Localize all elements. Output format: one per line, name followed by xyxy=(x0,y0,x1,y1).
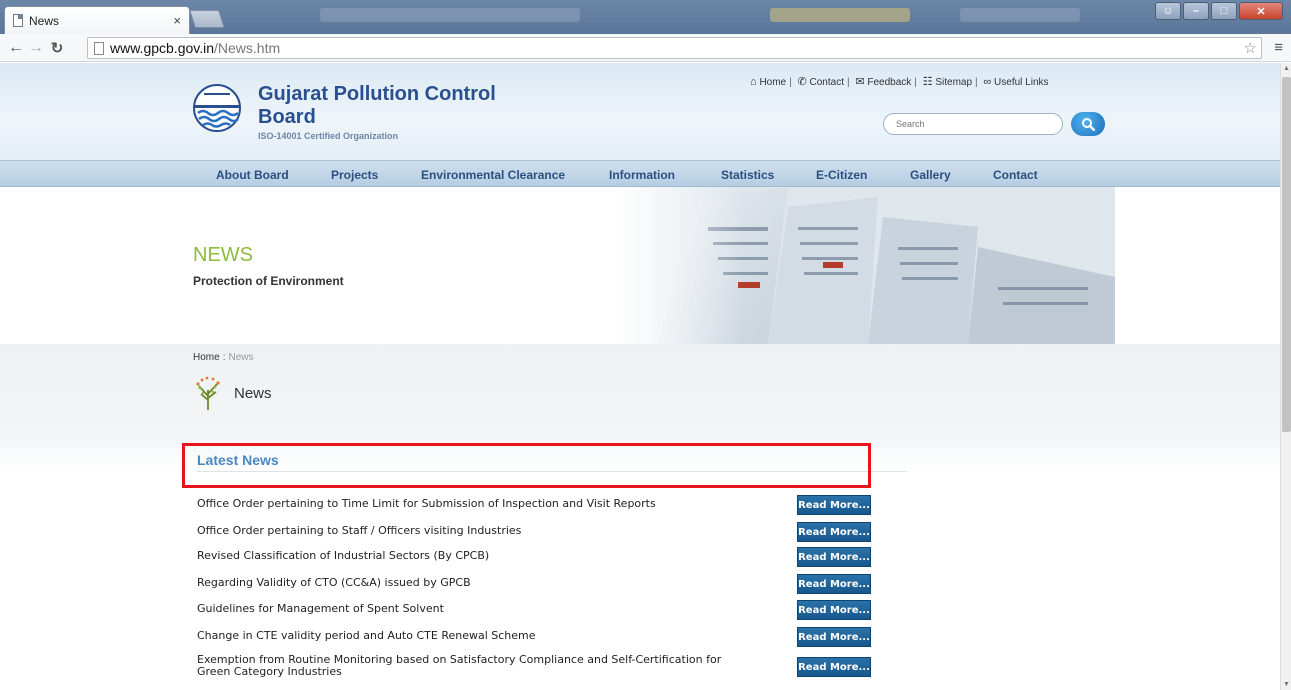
close-window-button[interactable]: ✕ xyxy=(1239,2,1283,20)
news-item-title[interactable]: Office Order pertaining to Time Limit fo… xyxy=(197,498,777,510)
newspaper-banner-image xyxy=(618,187,1115,344)
address-bar[interactable]: www.gpcb.gov.in /News.htm ☆ xyxy=(87,37,1262,59)
search-icon xyxy=(1082,118,1095,131)
section-title: News xyxy=(234,385,272,402)
top-link-useful-links[interactable]: ∞ Useful Links xyxy=(983,76,1048,89)
forward-arrow-icon[interactable]: → xyxy=(26,39,46,57)
top-link-home[interactable]: ⌂ Home xyxy=(750,76,786,89)
site-header: Gujarat Pollution Control Board ISO-1400… xyxy=(0,63,1280,160)
breadcrumb-home[interactable]: Home xyxy=(193,352,220,363)
sitemap-icon: ☷ xyxy=(922,76,933,88)
org-name[interactable]: Gujarat Pollution Control Board xyxy=(258,83,518,129)
content-area: Home: News News Latest News Office Order … xyxy=(0,344,1280,690)
main-nav: About Board Projects Environmental Clear… xyxy=(0,160,1280,187)
minimize-button[interactable]: – xyxy=(1183,2,1209,20)
top-link-contact[interactable]: ✆ Contact xyxy=(797,76,844,89)
banner-title: NEWS xyxy=(193,244,253,266)
read-more-button[interactable]: Read More... xyxy=(797,547,871,567)
browser-tabstrip: News × ☺ – □ ✕ xyxy=(0,0,1291,34)
blurred-window-title xyxy=(960,8,1080,22)
search-input[interactable] xyxy=(883,113,1063,135)
read-more-button[interactable]: Read More... xyxy=(797,627,871,647)
phone-icon: ✆ xyxy=(797,76,807,88)
tree-icon xyxy=(196,376,220,410)
org-subtitle: ISO-14001 Certified Organization xyxy=(258,131,399,141)
banner-subtitle: Protection of Environment xyxy=(193,274,344,288)
news-item-title[interactable]: Exemption from Routine Monitoring based … xyxy=(197,654,757,678)
nav-about-board[interactable]: About Board xyxy=(216,168,289,182)
url-host: www.gpcb.gov.in xyxy=(110,40,215,56)
breadcrumb-current: News xyxy=(228,352,254,363)
page-viewport: Gujarat Pollution Control Board ISO-1400… xyxy=(0,63,1280,690)
nav-gallery[interactable]: Gallery xyxy=(910,168,951,182)
browser-toolbar: ← → ↻ www.gpcb.gov.in /News.htm ☆ ≡ xyxy=(0,34,1291,62)
read-more-button[interactable]: Read More... xyxy=(797,495,871,515)
news-item-title[interactable]: Change in CTE validity period and Auto C… xyxy=(197,630,777,642)
scroll-thumb[interactable] xyxy=(1282,77,1291,432)
nav-environmental-clearance[interactable]: Environmental Clearance xyxy=(421,168,565,182)
news-item-title[interactable]: Guidelines for Management of Spent Solve… xyxy=(197,603,777,615)
news-item-title[interactable]: Office Order pertaining to Staff / Offic… xyxy=(197,525,777,537)
search-button[interactable] xyxy=(1071,112,1105,136)
menu-icon[interactable]: ≡ xyxy=(1274,39,1283,56)
reload-icon[interactable]: ↻ xyxy=(46,39,68,57)
nav-e-citizen[interactable]: E-Citizen xyxy=(816,168,867,182)
news-item-title[interactable]: Regarding Validity of CTO (CC&A) issued … xyxy=(197,577,777,589)
vertical-scrollbar[interactable]: ▲ ▼ xyxy=(1280,63,1291,690)
bookmark-star-icon[interactable]: ☆ xyxy=(1244,39,1257,57)
nav-projects[interactable]: Projects xyxy=(331,168,378,182)
new-tab-button[interactable] xyxy=(189,10,225,28)
news-item-title[interactable]: Revised Classification of Industrial Sec… xyxy=(197,550,777,562)
top-link-sitemap[interactable]: ☷ Sitemap xyxy=(922,76,972,89)
blurred-window-title xyxy=(320,8,580,22)
read-more-button[interactable]: Read More... xyxy=(797,657,871,677)
highlight-box xyxy=(182,443,871,488)
page-banner: NEWS Protection of Environment xyxy=(0,187,1280,344)
url-path: /News.htm xyxy=(214,40,281,56)
link-icon: ∞ xyxy=(983,76,992,88)
breadcrumb: Home: News xyxy=(193,352,254,363)
nav-contact[interactable]: Contact xyxy=(993,168,1038,182)
top-links: ⌂ Home | ✆ Contact | ✉ Feedback | ☷ Sitemap… xyxy=(750,76,1049,89)
back-arrow-icon[interactable]: ← xyxy=(6,39,26,57)
nav-statistics[interactable]: Statistics xyxy=(721,168,774,182)
read-more-button[interactable]: Read More... xyxy=(797,600,871,620)
window-controls: ☺ – □ ✕ xyxy=(1155,2,1283,20)
page-icon xyxy=(13,14,23,27)
gpcb-logo xyxy=(193,84,241,132)
nav-information[interactable]: Information xyxy=(609,168,675,182)
maximize-button[interactable]: □ xyxy=(1211,2,1237,20)
browser-tab[interactable]: News × xyxy=(4,6,190,34)
read-more-button[interactable]: Read More... xyxy=(797,574,871,594)
home-icon: ⌂ xyxy=(750,76,757,88)
scroll-up-arrow-icon[interactable]: ▲ xyxy=(1283,65,1290,72)
tab-title: News xyxy=(29,13,60,28)
read-more-button[interactable]: Read More... xyxy=(797,522,871,542)
close-icon[interactable]: × xyxy=(173,13,181,28)
page-icon xyxy=(94,41,104,55)
scroll-down-arrow-icon[interactable]: ▼ xyxy=(1283,681,1290,688)
blurred-window-title xyxy=(770,8,910,22)
user-icon[interactable]: ☺ xyxy=(1155,2,1181,20)
top-link-feedback[interactable]: ✉ Feedback xyxy=(855,76,911,89)
mail-icon: ✉ xyxy=(855,76,865,88)
